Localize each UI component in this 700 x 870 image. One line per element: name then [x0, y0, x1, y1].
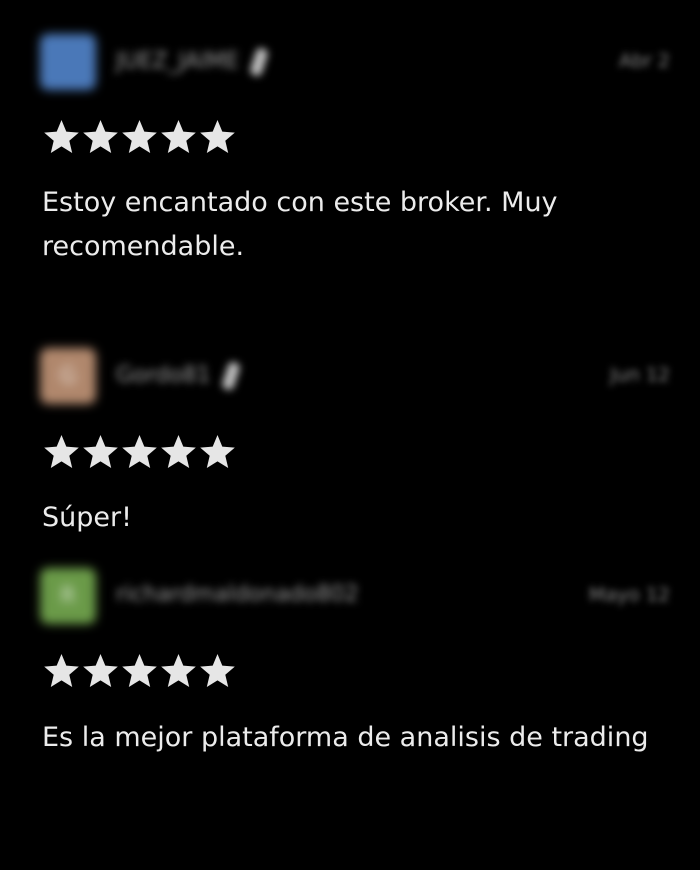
- review-text: Súper!: [42, 502, 132, 533]
- star-icon: [42, 652, 81, 690]
- username[interactable]: richardmaldonado802: [116, 582, 359, 607]
- star-icon: [81, 118, 120, 156]
- review-date: Jun 12: [610, 364, 670, 386]
- verified-icon: [249, 46, 270, 78]
- star-rating: [42, 118, 237, 156]
- username-text[interactable]: Gordo81: [116, 363, 211, 388]
- username[interactable]: JUEZ_JAIME: [116, 46, 270, 78]
- star-icon: [198, 652, 237, 690]
- username[interactable]: Gordo81: [116, 360, 241, 392]
- star-rating: [42, 433, 237, 471]
- star-icon: [42, 433, 81, 471]
- star-icon: [198, 433, 237, 471]
- review-header: JUEZ_JAIME Abr 2: [0, 34, 700, 94]
- avatar[interactable]: R: [40, 568, 96, 624]
- review-header: G Gordo81 Jun 12: [0, 348, 700, 408]
- review-date: Mayo 12: [588, 584, 670, 606]
- verified-icon: [220, 360, 241, 392]
- star-icon: [120, 433, 159, 471]
- star-icon: [42, 118, 81, 156]
- star-icon: [81, 652, 120, 690]
- star-icon: [198, 118, 237, 156]
- review-date: Abr 2: [619, 50, 670, 72]
- review-text: Estoy encantado con este broker. Muy rec…: [42, 187, 558, 262]
- star-rating: [42, 652, 237, 690]
- star-icon: [159, 118, 198, 156]
- star-icon: [120, 652, 159, 690]
- review-header: R richardmaldonado802 Mayo 12: [0, 568, 700, 628]
- review-text: Es la mejor plataforma de analisis de tr…: [42, 722, 649, 753]
- star-icon: [81, 433, 120, 471]
- avatar[interactable]: G: [40, 348, 96, 404]
- star-icon: [120, 118, 159, 156]
- star-icon: [159, 433, 198, 471]
- username-text[interactable]: richardmaldonado802: [116, 582, 359, 607]
- avatar[interactable]: [40, 34, 96, 90]
- username-text[interactable]: JUEZ_JAIME: [116, 49, 239, 74]
- star-icon: [159, 652, 198, 690]
